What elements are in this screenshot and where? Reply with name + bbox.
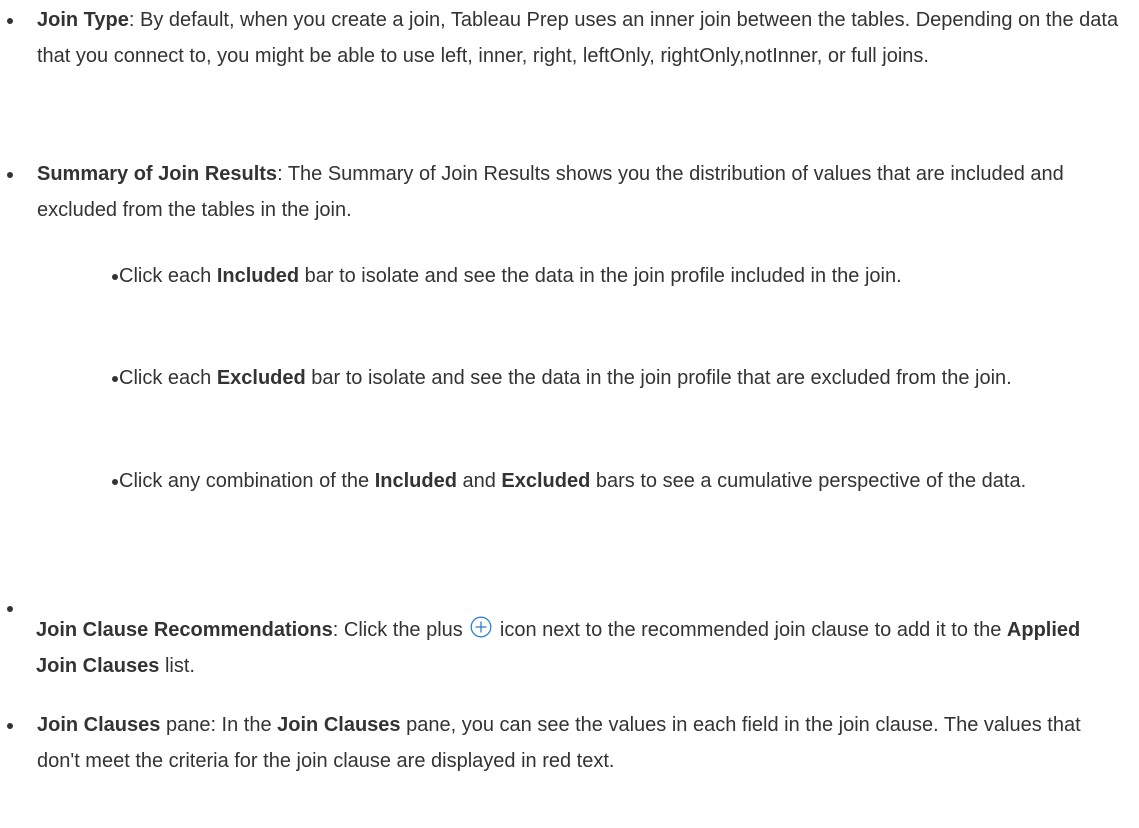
bullet bbox=[7, 2, 15, 38]
sub-list-item-text: Click each Included bar to isolate and s… bbox=[119, 265, 902, 287]
term-summary-of-join-results: Summary of Join Results bbox=[37, 163, 278, 185]
list-item-text: Join Clauses pane: In the Join Clauses p… bbox=[37, 714, 1081, 772]
sub-list-item-text: Click each Excluded bar to isolate and s… bbox=[119, 367, 1012, 389]
term-join-clauses: Join Clauses bbox=[37, 714, 161, 736]
list-item-text: Summary of Join Results: The Summary of … bbox=[37, 163, 1064, 221]
term-excluded: Excluded bbox=[216, 367, 306, 389]
bullet bbox=[7, 707, 15, 743]
term-excluded: Excluded bbox=[501, 470, 591, 492]
term-included: Included bbox=[374, 470, 457, 492]
plus-circle-icon bbox=[470, 616, 492, 638]
list-item-text: Join Type: By default, when you create a… bbox=[37, 9, 1119, 67]
term-join-type: Join Type bbox=[37, 9, 129, 31]
term-join-clauses: Join Clauses bbox=[277, 714, 401, 736]
sub-list-item-text: Click any combination of the Included an… bbox=[119, 470, 1027, 492]
bullet bbox=[7, 156, 15, 192]
join-type-description: By default, when you create a join, Tabl… bbox=[37, 9, 1119, 67]
list-item-text: Join Clause Recommendations: Click the p… bbox=[36, 612, 1120, 684]
term-included: Included bbox=[216, 265, 300, 287]
bullet bbox=[7, 590, 15, 626]
term-join-clause-recommendations: Join Clause Recommendations bbox=[36, 619, 333, 641]
